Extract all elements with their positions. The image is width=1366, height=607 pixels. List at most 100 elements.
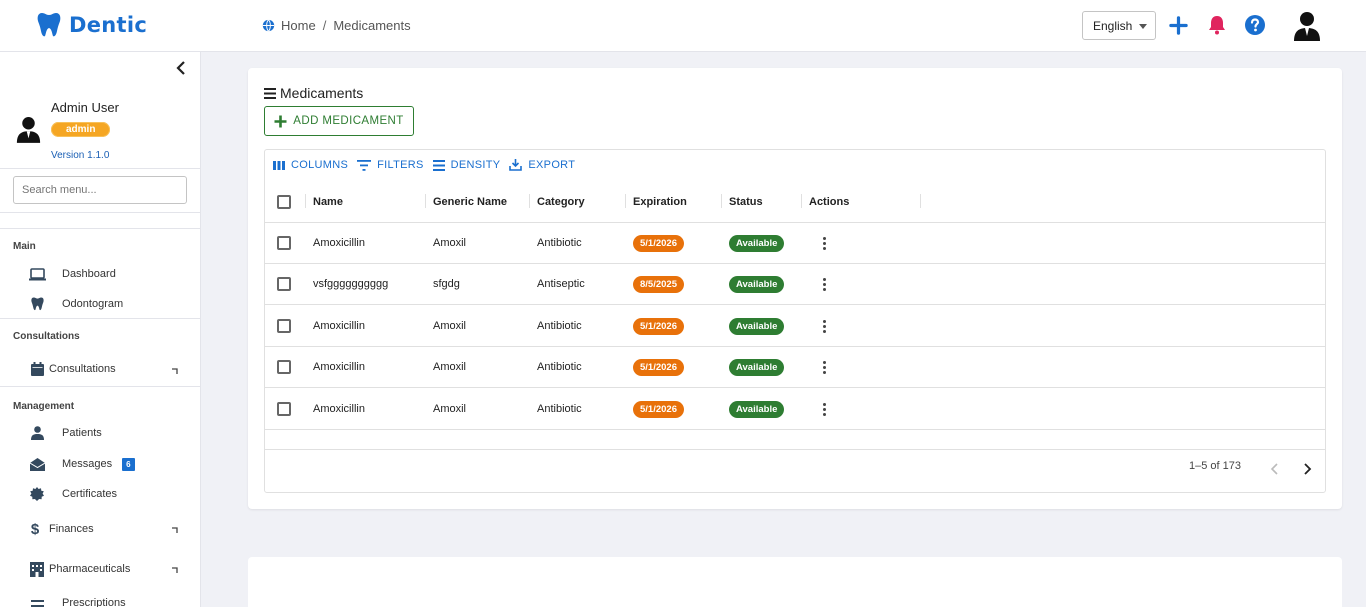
breadcrumb-home[interactable]: Home	[281, 18, 316, 33]
table-toolbar: COLUMNS FILTERS DENSITY EXPORT	[273, 159, 575, 171]
divider	[0, 168, 200, 169]
bell-icon[interactable]	[1208, 15, 1226, 35]
expand-arrow-icon[interactable]	[171, 566, 179, 574]
user-avatar-icon	[16, 117, 41, 143]
cell-generic-name: sfgdg	[433, 278, 460, 290]
cell-generic-name: Amoxil	[433, 403, 467, 415]
column-header-category[interactable]: Category	[537, 182, 585, 222]
filters-button[interactable]: FILTERS	[357, 159, 424, 171]
table-row[interactable]: Amoxicillin Amoxil Antibiotic 5/1/2026 A…	[265, 389, 1325, 430]
certificate-icon	[28, 487, 46, 501]
user-avatar-icon[interactable]	[1293, 11, 1321, 41]
cell-expiration: 5/1/2026	[633, 389, 684, 429]
row-checkbox[interactable]	[277, 389, 291, 429]
export-button[interactable]: EXPORT	[509, 159, 575, 171]
row-checkbox[interactable]	[277, 306, 291, 346]
sidebar-item-pharmaceuticals[interactable]: Pharmaceuticals	[28, 561, 131, 577]
app-name: Dentic	[69, 13, 148, 37]
search-menu-input[interactable]	[13, 176, 187, 204]
column-separator	[801, 194, 802, 208]
tooth-icon	[28, 297, 46, 311]
row-actions-menu[interactable]	[801, 306, 826, 346]
logo[interactable]: Dentic	[37, 12, 147, 38]
chevron-left-icon[interactable]	[1270, 463, 1280, 475]
download-icon	[509, 159, 523, 171]
more-vertical-icon[interactable]	[823, 319, 826, 333]
sidebar-item-certificates[interactable]: Certificates	[28, 487, 117, 501]
row-actions-menu[interactable]	[801, 223, 826, 263]
table-row[interactable]: vsfgggggggggg sfgdg Antiseptic 8/5/2025 …	[265, 264, 1325, 305]
sidebar: Admin User admin Version 1.1.0 Main Dash…	[0, 52, 201, 607]
help-icon[interactable]	[1245, 15, 1265, 35]
sidebar-item-label: Pharmaceuticals	[49, 563, 131, 575]
more-vertical-icon[interactable]	[823, 236, 826, 250]
sidebar-item-prescriptions[interactable]: Prescriptions	[28, 596, 126, 607]
table-row[interactable]: Amoxicillin Amoxil Antibiotic 5/1/2026 A…	[265, 306, 1325, 347]
column-separator	[305, 194, 306, 208]
filter-icon	[357, 159, 372, 171]
cell-name: Amoxicillin	[313, 403, 365, 415]
filters-label: FILTERS	[377, 159, 424, 171]
expiration-badge: 8/5/2025	[633, 275, 684, 293]
cell-expiration: 5/1/2026	[633, 306, 684, 346]
plus-icon[interactable]	[1169, 16, 1188, 35]
status-badge: Available	[729, 400, 785, 418]
section-title-consultations: Consultations	[13, 331, 80, 342]
more-vertical-icon[interactable]	[823, 402, 826, 416]
density-label: DENSITY	[450, 159, 501, 171]
cell-status: Available	[729, 306, 785, 346]
row-actions-menu[interactable]	[801, 389, 826, 429]
row-actions-menu[interactable]	[801, 264, 826, 304]
table-row[interactable]: Amoxicillin Amoxil Antibiotic 5/1/2026 A…	[265, 347, 1325, 388]
column-header-status[interactable]: Status	[729, 182, 763, 222]
add-medicament-button[interactable]: ADD MEDICAMENT	[264, 106, 414, 136]
sidebar-item-patients[interactable]: Patients	[28, 426, 102, 440]
status-badge: Available	[729, 275, 785, 293]
medicaments-table: COLUMNS FILTERS DENSITY EXPORT Name Gene…	[264, 149, 1326, 493]
role-badge: admin	[51, 122, 111, 137]
column-header-name[interactable]: Name	[313, 182, 343, 222]
more-vertical-icon[interactable]	[823, 360, 826, 374]
select-all-checkbox[interactable]	[277, 182, 291, 222]
divider	[0, 212, 200, 213]
hospital-icon	[28, 561, 46, 577]
sidebar-item-label: Messages	[62, 458, 113, 470]
expand-arrow-icon[interactable]	[171, 367, 179, 375]
row-checkbox[interactable]	[277, 223, 291, 263]
row-checkbox[interactable]	[277, 264, 291, 304]
sidebar-item-label: Dashboard	[62, 268, 116, 280]
row-actions-menu[interactable]	[801, 347, 826, 387]
globe-icon	[262, 19, 275, 32]
table-row[interactable]: Amoxicillin Amoxil Antibiotic 5/1/2026 A…	[265, 223, 1325, 264]
columns-button[interactable]: COLUMNS	[273, 159, 348, 171]
cell-generic-name: Amoxil	[433, 320, 467, 332]
breadcrumb-current: Medicaments	[333, 18, 411, 33]
breadcrumb: Home / Medicaments	[262, 18, 411, 33]
density-button[interactable]: DENSITY	[432, 159, 501, 171]
expand-arrow-icon[interactable]	[171, 526, 179, 534]
chevron-right-icon[interactable]	[1302, 463, 1312, 475]
table-footer: 1–5 of 173	[265, 449, 1325, 493]
envelope-icon	[28, 457, 46, 471]
sidebar-item-label: Patients	[62, 427, 102, 439]
row-checkbox[interactable]	[277, 347, 291, 387]
export-label: EXPORT	[528, 159, 576, 171]
user-profile: Admin User admin Version 1.1.0	[0, 92, 200, 169]
sidebar-item-consultations[interactable]: Consultations	[28, 362, 116, 376]
cell-status: Available	[729, 389, 785, 429]
column-header-generic-name[interactable]: Generic Name	[433, 182, 507, 222]
page-title-text: Medicaments	[280, 85, 364, 101]
chevron-left-icon[interactable]	[174, 61, 188, 75]
language-select[interactable]: English	[1082, 11, 1156, 40]
more-vertical-icon[interactable]	[823, 277, 826, 291]
sidebar-item-finances[interactable]: $ Finances	[28, 521, 94, 538]
top-header: Dentic Home / Medicaments English	[0, 0, 1366, 52]
expiration-badge: 5/1/2026	[633, 234, 684, 252]
sidebar-item-odontogram[interactable]: Odontogram	[28, 297, 123, 311]
plus-icon	[274, 115, 287, 127]
column-header-expiration[interactable]: Expiration	[633, 182, 687, 222]
add-medicament-label: ADD MEDICAMENT	[293, 115, 404, 127]
cell-category: Antibiotic	[537, 320, 582, 332]
sidebar-item-messages[interactable]: Messages 6	[28, 457, 135, 471]
sidebar-item-dashboard[interactable]: Dashboard	[28, 267, 116, 281]
